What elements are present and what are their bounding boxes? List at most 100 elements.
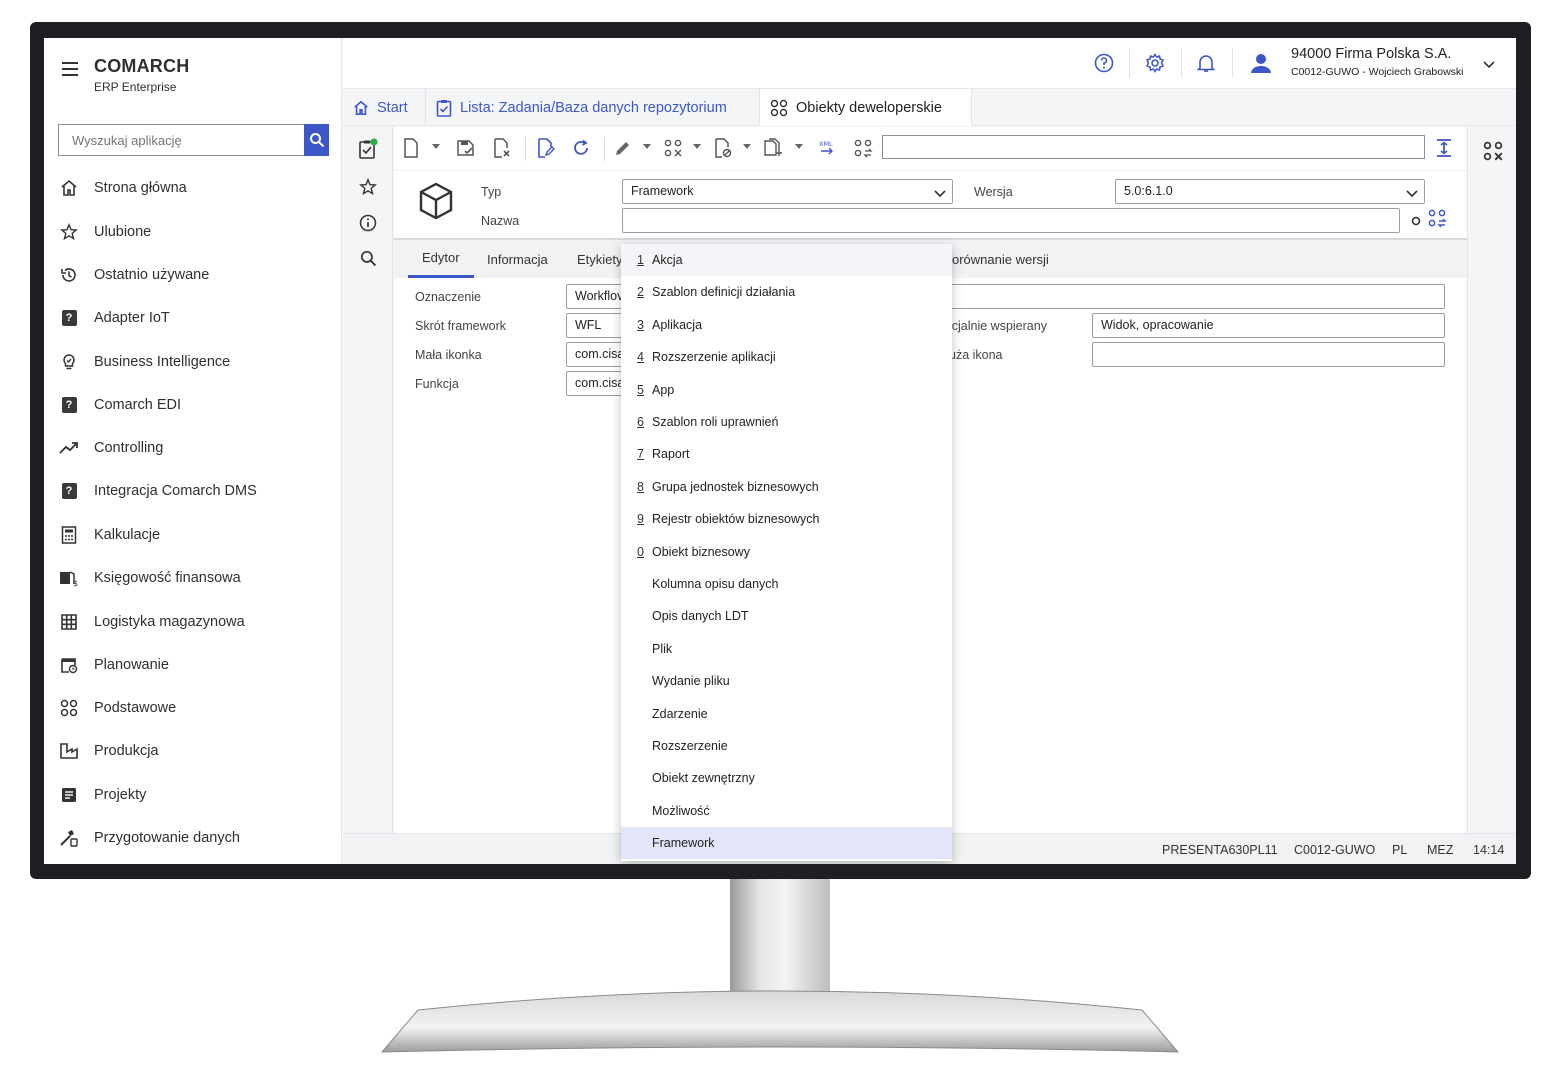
dropdown-option[interactable]: Kolumna opisu danych — [621, 568, 952, 600]
delete-document-icon[interactable] — [491, 137, 513, 159]
dropdown-option[interactable]: 5 App — [621, 374, 952, 406]
chevron-down-icon[interactable] — [743, 144, 751, 149]
sidebar-item-adapter-iot[interactable]: ? Adapter IoT — [58, 303, 328, 333]
dropdown-option[interactable]: Rozszerzenie — [621, 730, 952, 762]
tab-informacja[interactable]: Informacja — [487, 240, 548, 278]
app-search-input[interactable] — [59, 125, 289, 155]
xml-export-icon[interactable]: XML — [817, 137, 839, 159]
sidebar-item-ulubione[interactable]: Ulubione — [58, 217, 328, 247]
sidebar-item-label: Logistyka magazynowa — [94, 614, 245, 630]
copy-documents-icon[interactable] — [762, 137, 784, 159]
sidebar-item-label: Podstawowe — [94, 700, 177, 716]
sidebar-item-planowanie[interactable]: Planowanie — [58, 650, 328, 680]
typ-dropdown-list: 1 Akcja 2 Szablon definicji działania 3 Aplik… — [621, 244, 952, 861]
sidebar-item-kalkulacje[interactable]: Kalkulacje — [58, 520, 328, 550]
home-icon — [353, 100, 369, 116]
tab-label: Obiekty deweloperskie — [796, 99, 942, 116]
dropdown-option[interactable]: 0 Obiekt biznesowy — [621, 536, 952, 568]
toolbar-filter-input[interactable] — [882, 135, 1425, 159]
app-search-button[interactable] — [304, 124, 329, 156]
document-status-icon[interactable] — [712, 137, 734, 159]
dropdown-option[interactable]: 3 Aplikacja — [621, 309, 952, 341]
dropdown-option[interactable]: 9 Rejestr obiektów biznesowych — [621, 503, 952, 535]
oficjalnie-wspierany-label: icjalnie wspierany — [949, 319, 1047, 333]
task-check-icon[interactable] — [357, 138, 379, 160]
new-document-icon[interactable] — [400, 137, 422, 159]
search-icon[interactable] — [357, 247, 379, 269]
sidebar-item-integracja-dms[interactable]: ? Integracja Comarch DMS — [58, 476, 328, 506]
sidebar-item-label: Księgowość finansowa — [94, 570, 241, 586]
wersja-select[interactable]: 5.0:6.1.0 — [1115, 179, 1425, 204]
oznaczenie-input[interactable]: Workflov — [566, 284, 626, 309]
skrot-framework-input[interactable]: WFL — [566, 313, 626, 338]
dropdown-option[interactable]: 7 Raport — [621, 438, 952, 470]
dropdown-option[interactable]: 4 Rozszerzenie aplikacji — [621, 341, 952, 373]
nazwa-input[interactable] — [622, 208, 1400, 233]
edit-document-icon[interactable] — [535, 137, 557, 159]
sidebar-item-projekty[interactable]: Projekty — [58, 780, 328, 810]
funkcja-input[interactable]: com.cisa — [566, 371, 626, 396]
bell-icon[interactable] — [1194, 51, 1218, 75]
dropdown-option[interactable]: Plik — [621, 633, 952, 665]
dropdown-option[interactable]: 2 Szablon definicji działania — [621, 276, 952, 308]
dropdown-option[interactable]: Możliwość — [621, 795, 952, 827]
refresh-icon[interactable] — [570, 137, 592, 159]
chevron-down-icon[interactable] — [693, 144, 701, 149]
pen-icon[interactable] — [612, 137, 634, 159]
dropdown-option[interactable]: Wydanie pliku — [621, 665, 952, 697]
sidebar-item-ksiegowosc[interactable]: $ Księgowość finansowa — [58, 563, 328, 593]
dropdown-option[interactable]: 8 Grupa jednostek biznesowych — [621, 471, 952, 503]
text-height-icon[interactable] — [1433, 137, 1455, 159]
chevron-down-icon[interactable] — [643, 144, 651, 149]
circles-icon — [58, 697, 80, 719]
dev-objects-cross-icon[interactable] — [662, 137, 684, 159]
duza-ikona-input[interactable] — [1092, 342, 1445, 367]
sidebar-item-business-intelligence[interactable]: Business Intelligence — [58, 347, 328, 377]
dropdown-option[interactable]: Obiekt zewnętrzny — [621, 762, 952, 794]
tab-lista-zadania[interactable]: Lista: Zadania/Baza danych repozytorium — [426, 89, 760, 126]
info-icon[interactable] — [357, 212, 379, 234]
svg-text:$: $ — [73, 579, 78, 587]
tab-obiekty-deweloperskie[interactable]: Obiekty deweloperskie — [760, 89, 972, 126]
sidebar-item-label: Planowanie — [94, 657, 169, 673]
user-avatar-icon[interactable] — [1249, 51, 1273, 75]
dropdown-option[interactable]: Zdarzenie — [621, 698, 952, 730]
tab-bar: Start Lista: Zadania/Baza danych repozyt… — [343, 88, 1516, 126]
dev-objects-settings-icon[interactable] — [1482, 140, 1504, 167]
help-icon[interactable] — [1092, 51, 1116, 75]
oznaczenie-right-input[interactable] — [949, 284, 1445, 309]
chevron-down-icon[interactable] — [1483, 56, 1495, 74]
sidebar-item-przygotowanie-danych[interactable]: Przygotowanie danych — [58, 823, 328, 853]
tab-porownanie-wersji[interactable]: orównanie wersji — [952, 240, 1049, 278]
sidebar-item-controlling[interactable]: Controlling — [58, 433, 328, 463]
dropdown-option[interactable]: 6 Szablon roli uprawnień — [621, 406, 952, 438]
typ-select[interactable]: Framework — [622, 179, 953, 204]
dev-objects-sync-icon[interactable] — [852, 137, 874, 159]
sidebar-item-logistyka[interactable]: Logistyka magazynowa — [58, 607, 328, 637]
user-name: C0012-GUWO - Wojciech Grabowski — [1291, 66, 1464, 78]
sidebar-item-strona-glowna[interactable]: Strona główna — [58, 173, 328, 203]
tab-etykiety[interactable]: Etykiety — [577, 240, 623, 278]
tab-edytor[interactable]: Edytor — [408, 240, 474, 278]
star-icon[interactable] — [357, 176, 379, 198]
sidebar-item-ostatnio-uzywane[interactable]: Ostatnio używane — [58, 260, 328, 290]
mala-ikonka-input[interactable]: com.cisa — [566, 342, 626, 367]
gear-icon[interactable] — [1143, 51, 1167, 75]
dropdown-option-shortcut: 5 — [637, 382, 644, 397]
sidebar-item-label: Kalkulacje — [94, 527, 161, 543]
chevron-down-icon[interactable] — [795, 144, 803, 149]
status-circle-icon[interactable] — [1411, 213, 1421, 231]
oficjalnie-wspierany-input[interactable]: Widok, opracowanie — [1092, 313, 1445, 338]
chevron-down-icon[interactable] — [432, 144, 440, 149]
dropdown-option[interactable]: 1 Akcja — [621, 244, 952, 276]
menu-icon[interactable] — [62, 62, 78, 76]
dropdown-option[interactable]: Framework — [621, 827, 952, 860]
dropdown-option[interactable]: Opis danych LDT — [621, 600, 952, 632]
save-icon[interactable] — [455, 137, 477, 159]
dev-objects-link-icon[interactable] — [1427, 208, 1447, 233]
sidebar-item-produkcja[interactable]: Produkcja — [58, 736, 328, 766]
sidebar-item-podstawowe[interactable]: Podstawowe — [58, 693, 328, 723]
dropdown-option-label: Aplikacja — [652, 317, 703, 332]
tab-start[interactable]: Start — [343, 89, 426, 126]
sidebar-item-comarch-edi[interactable]: ? Comarch EDI — [58, 390, 328, 420]
